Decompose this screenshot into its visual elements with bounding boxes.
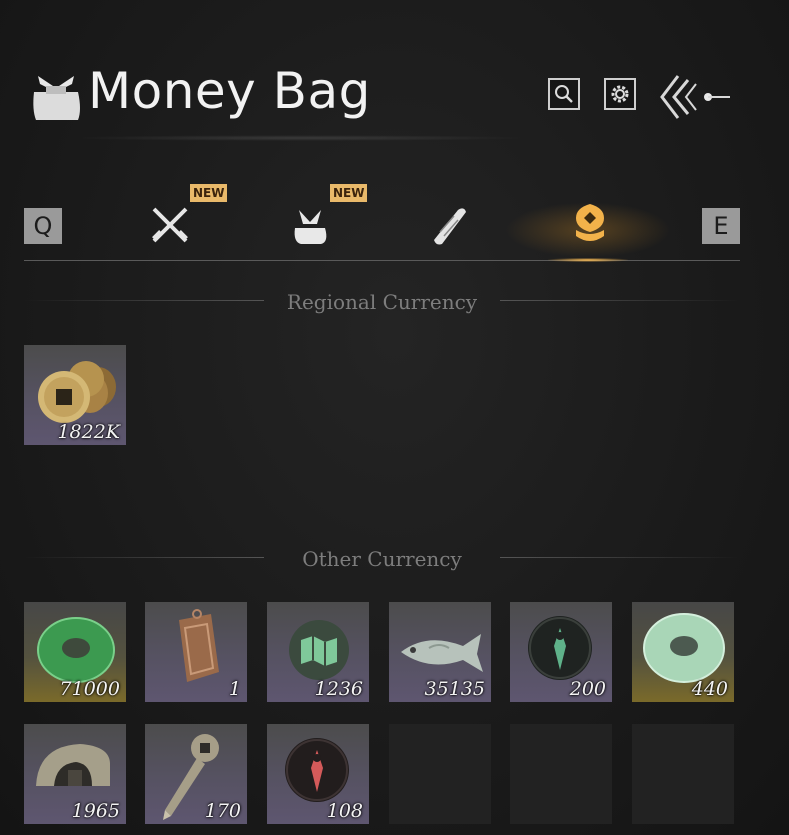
currency-slot[interactable]: 1236 — [267, 602, 369, 702]
currency-slot[interactable]: 108 — [267, 724, 369, 824]
search-icon — [555, 85, 573, 103]
money-bag-icon — [33, 76, 80, 120]
other-currency-header: Other Currency — [24, 547, 740, 571]
item-quantity: 71000 — [59, 678, 120, 700]
empty-slot — [389, 724, 491, 824]
currency-slot[interactable]: 1965 — [24, 724, 126, 824]
currency-slot[interactable]: 440 — [632, 602, 734, 702]
item-quantity: 1965 — [71, 800, 120, 822]
back-button[interactable] — [658, 72, 732, 122]
item-quantity: 108 — [326, 800, 363, 822]
currency-slot[interactable]: 170 — [145, 724, 247, 824]
item-quantity: 1822K — [57, 421, 120, 443]
next-tab-key[interactable]: E — [702, 208, 740, 244]
category-tabs: Q NEW NEW E — [24, 180, 740, 270]
section-title: Regional Currency — [286, 290, 478, 314]
section-title: Other Currency — [302, 547, 462, 571]
empty-slot — [632, 724, 734, 824]
settings-button[interactable] — [604, 78, 636, 110]
new-badge: NEW — [330, 184, 368, 202]
prev-tab-key[interactable]: Q — [24, 208, 62, 244]
currency-slot[interactable]: 1 — [145, 602, 247, 702]
currency-slot[interactable]: 1822K — [24, 345, 126, 445]
crossed-swords-icon — [152, 207, 188, 243]
bundle-icon — [294, 210, 327, 244]
regional-currency-header: Regional Currency — [24, 290, 740, 314]
back-arrow-icon — [660, 75, 730, 119]
item-quantity: 1 — [228, 678, 241, 700]
item-quantity: 35135 — [424, 678, 485, 700]
scroll-icon — [434, 208, 466, 245]
currency-slot[interactable]: 71000 — [24, 602, 126, 702]
header: Money Bag — [28, 60, 768, 141]
item-quantity: 440 — [691, 678, 728, 700]
tabs-divider — [24, 260, 740, 261]
search-button[interactable] — [548, 78, 580, 110]
tab-currency[interactable] — [550, 190, 630, 260]
new-badge: NEW — [190, 184, 228, 202]
coin-stack-icon — [576, 204, 604, 241]
currency-slot[interactable]: 200 — [510, 602, 612, 702]
currency-slot[interactable]: 35135 — [389, 602, 491, 702]
item-quantity: 170 — [204, 800, 241, 822]
item-quantity: 200 — [569, 678, 606, 700]
item-quantity: 1236 — [314, 678, 363, 700]
gear-icon — [611, 85, 629, 103]
page-title: Money Bag — [88, 62, 371, 120]
empty-slot — [510, 724, 612, 824]
tab-scrolls[interactable] — [410, 190, 490, 260]
active-tab-indicator — [548, 258, 628, 262]
